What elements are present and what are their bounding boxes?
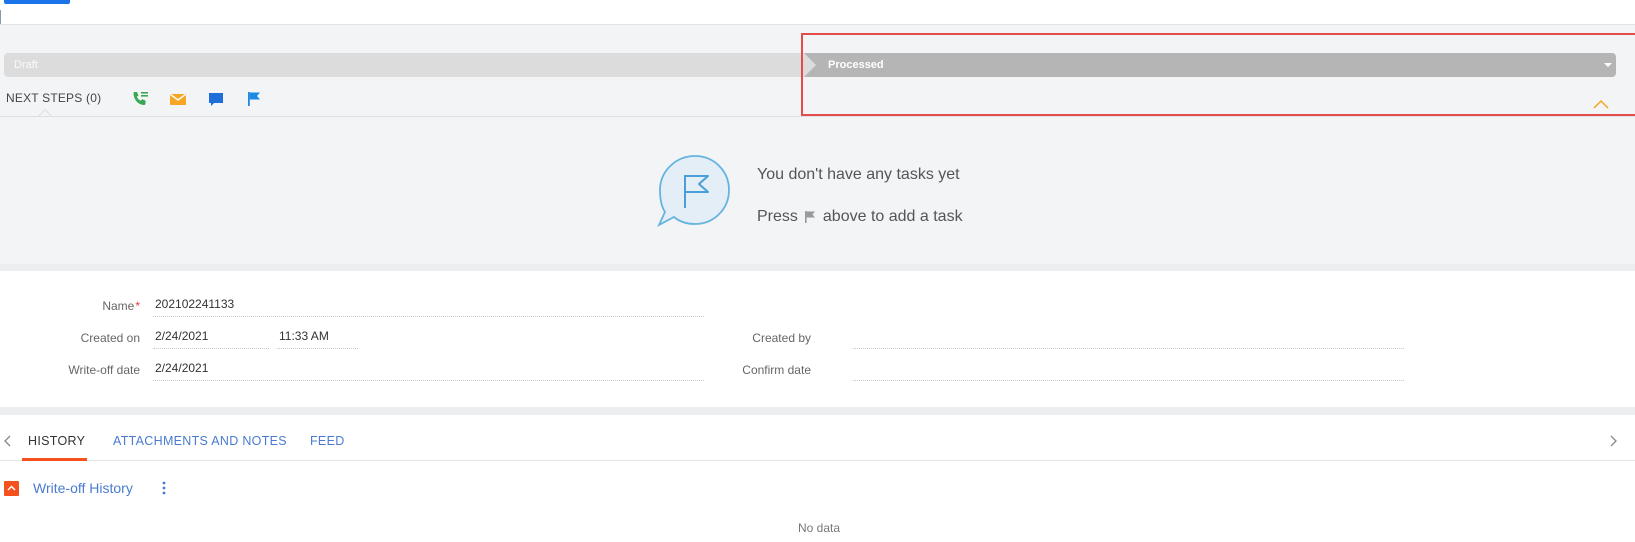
name-field[interactable]: 202102241133	[153, 295, 704, 317]
writeoff-date-label: Write-off date	[68, 363, 140, 377]
hint-flag-icon	[804, 211, 815, 223]
detail-collapse-toggle[interactable]	[4, 481, 19, 496]
record-page: Draft Processed NEXT STEPS (0) You don't…	[0, 0, 1635, 542]
section-separator-2	[0, 407, 1635, 415]
confirm-date-label: Confirm date	[742, 363, 811, 377]
tab-feed[interactable]: FEED	[310, 434, 345, 448]
no-data-text: No data	[798, 521, 841, 535]
tab-active-underline	[22, 458, 87, 461]
email-icon[interactable]	[168, 89, 188, 109]
created-on-label: Created on	[80, 331, 140, 345]
required-marker: *	[135, 299, 140, 313]
created-by-field[interactable]	[853, 327, 1404, 349]
chevron-up-icon	[7, 485, 16, 491]
flag-icon[interactable]	[244, 89, 264, 109]
writeoff-date-field[interactable]: 2/24/2021	[153, 359, 704, 381]
record-form: Name* 202102241133 Created on 2/24/2021 …	[0, 271, 1635, 407]
tabs-scroll-left-icon[interactable]	[3, 435, 11, 447]
created-on-time-field[interactable]: 11:33 AM	[277, 327, 358, 349]
top-toolbar	[0, 0, 1635, 44]
tabs-scroll-right-icon[interactable]	[1610, 435, 1618, 447]
section-separator	[0, 264, 1635, 271]
writeoff-history-detail: Write-off History No data	[0, 462, 1635, 542]
hint-after-text: above to add a task	[822, 208, 963, 225]
next-steps-divider	[0, 116, 1635, 117]
empty-tasks-title: You don't have any tasks yet	[757, 166, 960, 183]
highlight-annotation-box	[801, 33, 1635, 116]
confirm-date-field[interactable]	[853, 359, 1404, 381]
stage-draft[interactable]: Draft	[4, 53, 816, 77]
detail-tabs-bar: HISTORY ATTACHMENTS AND NOTES FEED	[0, 415, 1635, 461]
empty-tasks-flag-bubble-icon	[657, 155, 730, 228]
created-by-label: Created by	[752, 331, 811, 345]
name-label: Name*	[0, 299, 140, 313]
created-on-date-field[interactable]: 2/24/2021	[153, 327, 269, 349]
stage-draft-label: Draft	[14, 59, 38, 71]
kebab-menu-icon[interactable]	[162, 481, 166, 495]
tab-history[interactable]: HISTORY	[28, 434, 85, 448]
chat-icon[interactable]	[206, 89, 226, 109]
next-steps-tab[interactable]: NEXT STEPS (0)	[6, 91, 101, 105]
name-label-text: Name	[102, 299, 135, 313]
hint-press-text: Press	[757, 208, 798, 225]
empty-tasks-hint: Press above to add a task	[757, 208, 963, 226]
tab-attachments-and-notes[interactable]: ATTACHMENTS AND NOTES	[113, 434, 287, 448]
primary-button[interactable]	[4, 0, 70, 4]
call-icon[interactable]	[130, 89, 150, 109]
detail-title[interactable]: Write-off History	[33, 480, 133, 496]
